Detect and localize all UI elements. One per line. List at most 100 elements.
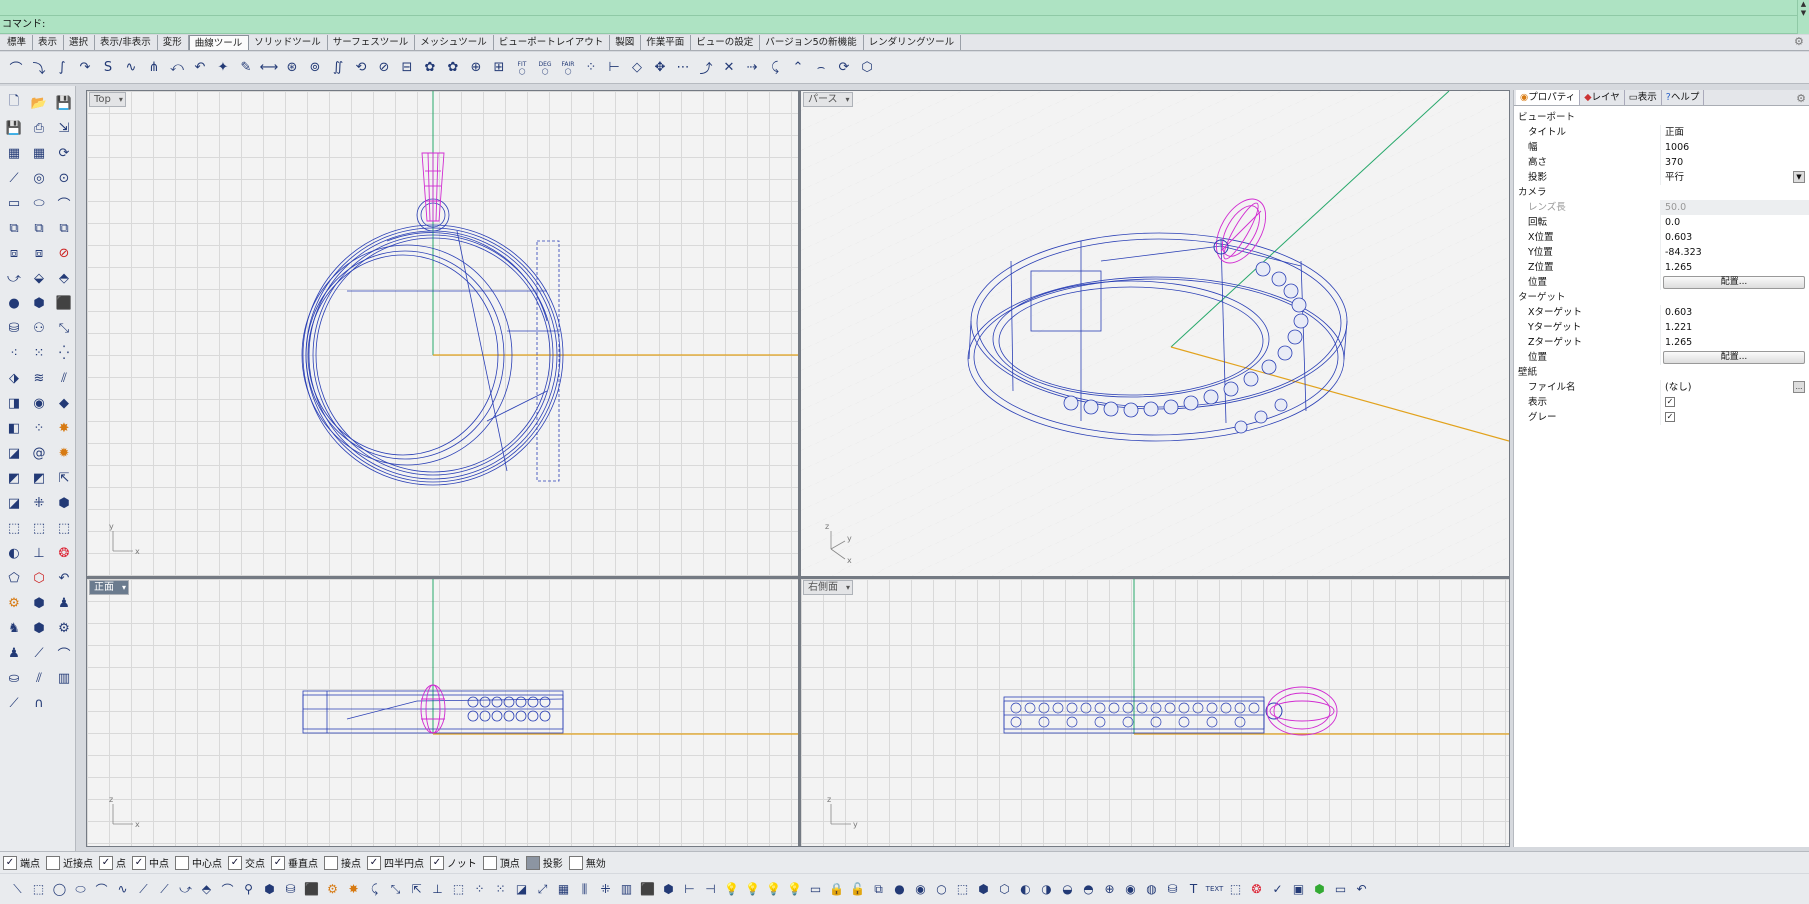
curve-icon[interactable]: ⊚ (305, 57, 325, 79)
curve-icon[interactable]: ⋯ (673, 57, 693, 79)
slash-icon[interactable]: ⫽ (28, 667, 50, 689)
curve-icon[interactable]: ⟲ (351, 57, 371, 79)
select-icon[interactable]: ⬚ (28, 517, 50, 539)
text-button[interactable]: TEXT (1205, 879, 1224, 899)
curve-icon[interactable]: ⤴ (696, 57, 716, 79)
save-icon[interactable]: 💾 (3, 117, 25, 139)
dots-icon[interactable]: ⁙ (491, 879, 510, 899)
osnap-mid[interactable]: ✓ 中点 (132, 855, 169, 870)
osnap-checkbox[interactable] (525, 855, 540, 870)
extrude-icon[interactable]: ⬙ (28, 267, 50, 289)
shade-icon[interactable]: ◐ (3, 542, 25, 564)
select-icon[interactable]: ⬚ (1226, 879, 1245, 899)
color-wheel-icon[interactable]: ❂ (1247, 879, 1266, 899)
fillet-icon[interactable]: ⧉ (53, 217, 75, 239)
circle-icon[interactable]: ◯ (50, 879, 69, 899)
box-icon[interactable]: ⬛ (638, 879, 657, 899)
save-icon[interactable]: 💾 (53, 92, 75, 114)
user-icon[interactable]: ♞ (3, 617, 25, 639)
cube-icon[interactable]: ⬢ (260, 879, 279, 899)
osnap-quadrant[interactable]: ✓ 四半円点 (367, 855, 424, 870)
osnap-checkbox[interactable]: ✓ (99, 855, 113, 870)
gear-icon[interactable]: ⚙ (1794, 36, 1806, 48)
box-icon[interactable]: ⬢ (28, 592, 50, 614)
arch-icon[interactable]: ∩ (28, 692, 50, 714)
cube-icon[interactable]: ⬡ (995, 879, 1014, 899)
viewport-right[interactable]: z y 右側面 ▾ (801, 579, 1509, 846)
curve-icon[interactable]: ⊢ (604, 57, 624, 79)
gray-checkbox[interactable]: ✓ (1665, 412, 1675, 422)
light-icon[interactable]: 💡 (785, 879, 804, 899)
chevron-down-icon[interactable]: ▼ (1793, 171, 1805, 183)
tab-set-view[interactable]: ビューの設定 (691, 35, 761, 50)
osnap-checkbox[interactable] (46, 855, 60, 870)
group-icon[interactable]: ⧉ (869, 879, 888, 899)
array-icon[interactable]: ⁛ (53, 342, 75, 364)
gear-icon[interactable]: ⚙ (3, 592, 25, 614)
explode-icon[interactable]: ✸ (344, 879, 363, 899)
ruler-icon[interactable]: ⊥ (28, 542, 50, 564)
checkmark-icon[interactable]: ✓ (1268, 879, 1287, 899)
sphere-icon[interactable]: ◒ (1058, 879, 1077, 899)
curve-icon[interactable]: ◇ (627, 57, 647, 79)
osnap-checkbox[interactable]: ✓ (132, 855, 146, 870)
curve-icon[interactable]: ⌢ (811, 57, 831, 79)
curve-icon[interactable]: ⁘ (581, 57, 601, 79)
tab-display-panel[interactable]: ▭表示 (1625, 90, 1662, 105)
projection-select[interactable]: 平行 ▼ (1660, 170, 1809, 185)
move-icon[interactable]: ⤡ (386, 879, 405, 899)
delete-icon[interactable]: ⊘ (53, 242, 75, 264)
xtarget-field[interactable]: 0.603 (1660, 305, 1809, 320)
osnap-checkbox[interactable]: ✓ (430, 855, 444, 870)
viewport-front[interactable]: z x 正面 ▾ (87, 579, 798, 846)
curve-icon[interactable]: ✿ (420, 57, 440, 79)
ruler-icon[interactable]: ⊢ (680, 879, 699, 899)
curve-icon[interactable]: ⤺ (167, 57, 187, 79)
tab-surface-tools[interactable]: サーフェスツール (328, 35, 416, 50)
sphere-icon[interactable]: ○ (932, 879, 951, 899)
tab-visibility[interactable]: 表示/非表示 (95, 35, 158, 50)
cylinder-icon[interactable]: ⛀ (3, 667, 25, 689)
osnap-vertex[interactable]: 頂点 (482, 855, 520, 870)
curve-icon[interactable]: ⟋ (28, 642, 50, 664)
ruler-icon[interactable]: ⊣ (701, 879, 720, 899)
curve-icon[interactable]: ∫ (52, 57, 72, 79)
curve-icon[interactable]: ✎ (236, 57, 256, 79)
curve-icon[interactable]: ↷ (75, 57, 95, 79)
sphere-icon[interactable]: ◉ (28, 392, 50, 414)
gear-icon[interactable]: ⚙ (323, 879, 342, 899)
curve-icon[interactable]: ⟳ (834, 57, 854, 79)
osnap-checkbox[interactable] (568, 855, 583, 870)
curve-icon[interactable]: ⤹ (765, 57, 785, 79)
curve-icon[interactable]: ⊟ (397, 57, 417, 79)
gear-icon[interactable]: ⚙ (1796, 92, 1806, 105)
curve-icon[interactable]: ✦ (213, 57, 233, 79)
osnap-intersection[interactable]: ✓ 交点 (228, 855, 265, 870)
mirror-icon[interactable]: ⫼ (575, 879, 594, 899)
text-tool-icon[interactable]: T (1184, 879, 1203, 899)
undo-icon[interactable]: ↶ (1352, 879, 1371, 899)
curve-icon[interactable]: ✿ (443, 57, 463, 79)
select-icon[interactable]: ⬚ (29, 879, 48, 899)
xpos-field[interactable]: 0.603 (1660, 230, 1809, 245)
point-icon[interactable]: ⁖ (3, 342, 25, 364)
curve-icon[interactable]: ⊕ (466, 57, 486, 79)
tab-layers[interactable]: ◆レイヤ (1580, 90, 1625, 105)
arc-icon[interactable]: ⌒ (53, 642, 75, 664)
import-icon[interactable]: ⇲ (53, 117, 75, 139)
plane-icon[interactable]: ◪ (3, 442, 25, 464)
ztarget-field[interactable]: 1.265 (1660, 335, 1809, 350)
ruler-icon[interactable]: ▭ (1331, 879, 1350, 899)
cube-icon[interactable]: ⬡ (28, 567, 50, 589)
ellipse-icon[interactable]: ⬭ (71, 879, 90, 899)
viewport-top[interactable]: y x Top ▾ (87, 91, 798, 576)
height-field[interactable]: 370 (1660, 155, 1809, 170)
slash-icon[interactable]: ⫽ (53, 367, 75, 389)
tab-viewport-layout[interactable]: ビューポートレイアウト (494, 35, 611, 50)
viewport-title-right[interactable]: 右側面 ▾ (803, 580, 853, 595)
move-icon[interactable]: ⇱ (53, 467, 75, 489)
osnap-knot[interactable]: ✓ ノット (430, 855, 477, 870)
line-icon[interactable]: ⟋ (3, 692, 25, 714)
tab-properties[interactable]: ◉プロパティ (1516, 90, 1581, 105)
tab-display[interactable]: 表示 (33, 35, 65, 50)
